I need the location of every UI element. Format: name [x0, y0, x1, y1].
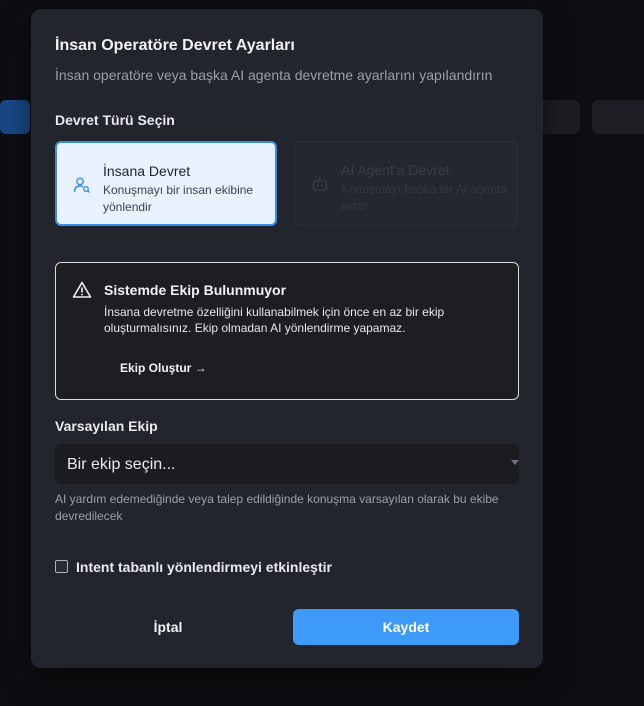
handoff-option-description: Konuşmayı başka bir AI agenta aktar — [341, 182, 508, 213]
chevron-down-icon — [511, 460, 519, 465]
handoff-option-human[interactable]: İnsana Devret Konuşmayı bir insan ekibin… — [55, 141, 277, 226]
background-control — [592, 100, 644, 134]
background-button — [0, 100, 30, 134]
create-team-link[interactable]: Ekip Oluştur → — [120, 361, 207, 375]
handoff-option-title: İnsana Devret — [103, 163, 191, 179]
modal-subtitle: İnsan operatöre veya başka AI agenta dev… — [55, 67, 493, 83]
save-button[interactable]: Kaydet — [293, 609, 519, 645]
warning-triangle-icon — [72, 281, 92, 298]
intent-routing-label: Intent tabanlı yönlendirmeyi etkinleştir — [76, 559, 332, 575]
modal-title: İnsan Operatöre Devret Ayarları — [55, 37, 295, 54]
alert-title: Sistemde Ekip Bulunmuyor — [104, 282, 287, 298]
bot-icon — [312, 177, 328, 191]
no-team-alert: Sistemde Ekip Bulunmuyor İnsana devretme… — [55, 262, 519, 400]
alert-text: İnsana devretme özelliğini kullanabilmek… — [104, 305, 445, 335]
default-team-label: Varsayılan Ekip — [55, 418, 158, 434]
user-search-icon — [73, 177, 90, 193]
handoff-type-label: Devret Türü Seçin — [55, 112, 175, 128]
handoff-settings-modal: İnsan Operatöre Devret Ayarları İnsan op… — [31, 9, 543, 668]
handoff-option-ai-agent[interactable]: AI Agent'a Devret Konuşmayı başka bir AI… — [294, 141, 518, 226]
handoff-option-description: Konuşmayı bir insan ekibine yönlendir — [103, 183, 254, 214]
default-team-helper-text: AI yardım edemediğinde veya talep edildi… — [55, 492, 499, 523]
handoff-option-title: AI Agent'a Devret — [341, 162, 450, 178]
default-team-select-value: Bir ekip seçin... — [67, 456, 176, 473]
cancel-button[interactable]: İptal — [55, 609, 281, 645]
default-team-select[interactable]: Bir ekip seçin... — [55, 444, 519, 484]
intent-routing-checkbox[interactable] — [55, 560, 68, 573]
